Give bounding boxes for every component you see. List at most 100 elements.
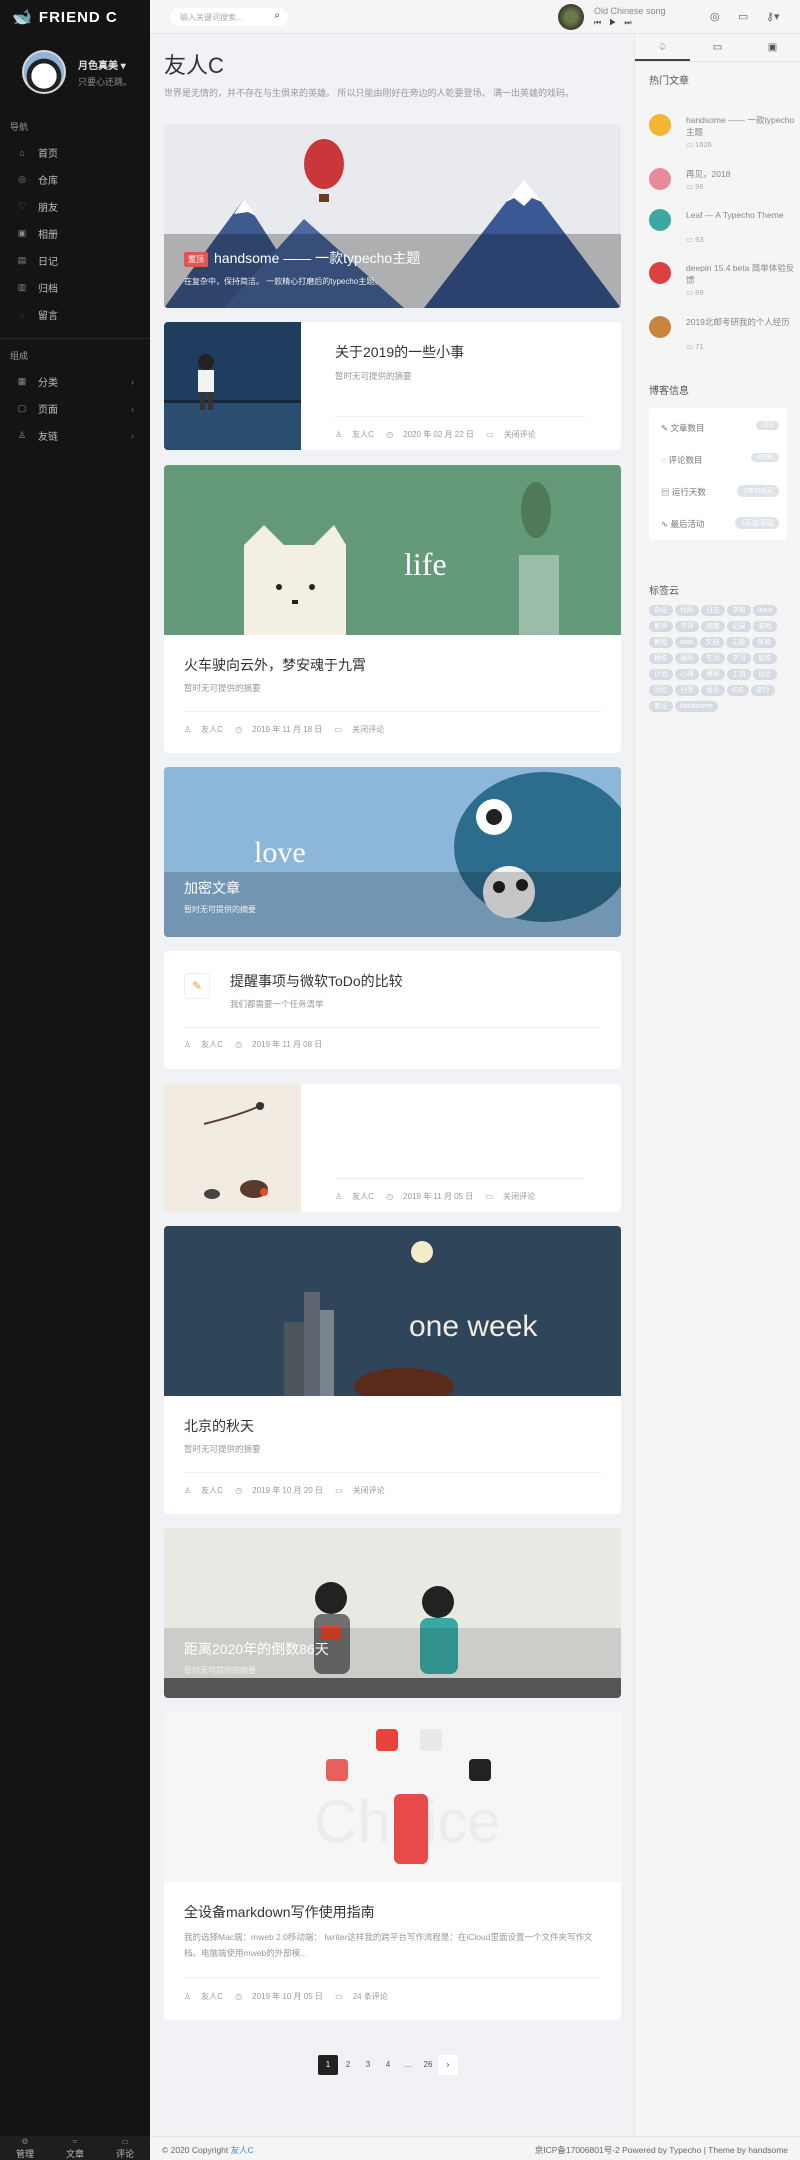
tag-chip[interactable]: 杂记 bbox=[649, 605, 673, 616]
post-card[interactable]: ♙ 友人C ◷ 2019 年 11 月 05 日 ▭ 关闭评论 bbox=[164, 1084, 621, 1212]
tag-chip[interactable]: 博客 bbox=[701, 669, 725, 680]
tag-chip[interactable]: 代码 bbox=[675, 605, 699, 616]
page-button[interactable]: 1 bbox=[318, 2055, 338, 2075]
post-author[interactable]: 友人C bbox=[201, 1040, 223, 1049]
post-card[interactable]: 关于2019的一些小事 暂时无可提供的摘要 ♙ 友人C ◷ 2020 年 02 月 … bbox=[164, 322, 621, 450]
tag-chip[interactable]: 分享 bbox=[675, 685, 699, 696]
play-icon[interactable]: ▶ bbox=[609, 18, 624, 27]
post-title[interactable]: 关于2019的一些小事 bbox=[335, 342, 464, 362]
search-icon[interactable]: ⌕ bbox=[274, 10, 280, 21]
sidebar-item-home[interactable]: ⌂ 首页 bbox=[0, 139, 150, 166]
tag-chip[interactable]: 笔记 bbox=[649, 701, 673, 712]
post-title[interactable]: 全设备markdown写作使用指南 bbox=[184, 1902, 375, 1922]
tag-chip[interactable]: 设计 bbox=[753, 669, 777, 680]
hot-post-title[interactable]: Leaf — A Typecho Theme bbox=[686, 209, 796, 221]
tag-chip[interactable]: 体验 bbox=[752, 637, 777, 648]
hot-post-title[interactable]: 2019北邮考研我的个人经历 bbox=[686, 316, 796, 328]
post-author[interactable]: 友人C bbox=[201, 725, 223, 734]
site-link[interactable]: 友人C bbox=[231, 2145, 254, 2155]
tag-chip[interactable]: 教程 bbox=[649, 637, 673, 648]
post-author[interactable]: 友人C bbox=[352, 430, 374, 439]
sidebar-item-friends[interactable]: ♡ 朋友 bbox=[0, 193, 150, 220]
tag-chip[interactable]: handsome bbox=[675, 701, 718, 712]
tag-chip[interactable]: 心得 bbox=[675, 669, 699, 680]
tag-chip[interactable]: 生活 bbox=[701, 653, 725, 664]
post-title[interactable]: 提醒事项与微软ToDo的比较 bbox=[230, 971, 403, 991]
search-input[interactable]: 输入关键词搜索... ⌕ bbox=[170, 8, 288, 26]
tag-chip[interactable]: 软件 bbox=[753, 653, 777, 664]
tag-chip[interactable]: 计划 bbox=[649, 669, 673, 680]
hot-post-item[interactable]: 再见，2018 ▭ 96 bbox=[649, 168, 794, 206]
sidebar-item-repo[interactable]: ◎ 仓库 bbox=[0, 166, 150, 193]
articles-button[interactable]: ≈ 文章 bbox=[50, 2136, 100, 2160]
key-icon[interactable]: ⚷▾ bbox=[766, 10, 780, 23]
avatar[interactable] bbox=[22, 50, 66, 94]
tag-chip[interactable]: 学校 bbox=[727, 605, 751, 616]
page-button[interactable]: 2 bbox=[338, 2055, 358, 2075]
tag-chip[interactable]: 主题 bbox=[726, 637, 751, 648]
sidebar-item-album[interactable]: ▣ 相册 bbox=[0, 220, 150, 247]
page-button[interactable]: 26 bbox=[418, 2055, 438, 2075]
tag-chip[interactable]: iOS bbox=[727, 685, 749, 696]
sidebar-item-diary[interactable]: ▤ 日记 bbox=[0, 247, 150, 274]
tag-chip[interactable]: mac bbox=[675, 637, 699, 648]
tag-chip[interactable]: 工具 bbox=[727, 669, 751, 680]
post-author[interactable]: 友人C bbox=[201, 1992, 223, 2001]
page-button[interactable]: 4 bbox=[378, 2055, 398, 2075]
post-comments[interactable]: 24 条评论 bbox=[353, 1992, 388, 2001]
tag-chip[interactable]: 源码 bbox=[675, 653, 699, 664]
next-icon[interactable]: ⏭ bbox=[624, 18, 639, 27]
tag-chip[interactable]: 文档 bbox=[700, 637, 725, 648]
post-card[interactable]: one week 北京的秋天 暂时无可提供的摘要 ♙ 友人C ◷ 2019 年 10… bbox=[164, 1226, 621, 1514]
sidebar-item-archive[interactable]: ▥ 归档 bbox=[0, 274, 150, 301]
next-page-button[interactable]: › bbox=[438, 2055, 458, 2075]
post-author[interactable]: 友人C bbox=[201, 1486, 223, 1495]
tag-chip[interactable]: 音乐 bbox=[701, 685, 725, 696]
hot-post-title[interactable]: 再见，2018 bbox=[686, 168, 796, 180]
album-cover[interactable] bbox=[558, 4, 584, 30]
chat-icon[interactable]: ▭ bbox=[738, 10, 748, 23]
tag-chip[interactable]: 旅行 bbox=[750, 685, 775, 696]
sidebar-item-links[interactable]: ♙ 友链 › bbox=[0, 422, 150, 449]
hot-post-item[interactable]: handsome —— 一款typecho主题 ▭ 1626 bbox=[649, 114, 794, 152]
manage-button[interactable]: ⚙ 管理 bbox=[0, 2136, 50, 2160]
tag-chip[interactable]: 回忆 bbox=[649, 685, 673, 696]
tag-chip[interactable]: 记录 bbox=[727, 621, 751, 632]
tag-chip[interactable]: 日志 bbox=[701, 605, 725, 616]
user-name[interactable]: 月色真美 ▾ bbox=[78, 57, 132, 72]
sidebar-item-categories[interactable]: ▦ 分类 › bbox=[0, 368, 150, 395]
brand-logo[interactable]: 🐋 FRIEND C bbox=[0, 0, 150, 34]
hot-post-item[interactable]: Leaf — A Typecho Theme ▭ 93 bbox=[649, 209, 794, 247]
tab-hot[interactable]: ♤ bbox=[635, 34, 690, 61]
tag-chip[interactable]: 游戏 bbox=[753, 621, 777, 632]
post-card[interactable]: 距离2020年的倒数86天 暂时无可提供的摘要 bbox=[164, 1528, 621, 1698]
tab-comments[interactable]: ▭ bbox=[690, 34, 745, 61]
post-title[interactable]: 加密文章 bbox=[184, 878, 240, 898]
user-panel[interactable]: 月色真美 ▾ 只要心还跳。 bbox=[0, 34, 150, 110]
hot-post-item[interactable]: 2019北邮考研我的个人经历 ▭ 71 bbox=[649, 316, 794, 354]
tag-chip[interactable]: 插件 bbox=[649, 653, 673, 664]
tag-chip[interactable]: linux bbox=[753, 605, 778, 616]
post-author[interactable]: 友人C bbox=[352, 1192, 374, 1201]
sidebar-item-pages[interactable]: ▢ 页面 › bbox=[0, 395, 150, 422]
hot-post-title[interactable]: handsome —— 一款typecho主题 bbox=[686, 114, 796, 138]
post-title[interactable]: 距离2020年的倒数86天 bbox=[184, 1639, 329, 1659]
post-card[interactable]: life 火车驶向云外，梦安魂于九霄 暂时无可提供的摘要 ♙ 友人C ◷ 2019 … bbox=[164, 465, 621, 753]
tag-chip[interactable]: 影评 bbox=[649, 621, 673, 632]
post-card[interactable]: Choice 全设备markdown写作使用指南 我的选择Mac端：mweb 2… bbox=[164, 1712, 621, 2020]
footer-info[interactable]: 京ICP备17006801号-2 Powered by Typecho | Th… bbox=[535, 2144, 788, 2156]
post-card-encrypted[interactable]: love 加密文章 暂时无可提供的摘要 bbox=[164, 767, 621, 937]
page-button[interactable]: 3 bbox=[358, 2055, 378, 2075]
tag-chip[interactable]: 学习 bbox=[727, 653, 751, 664]
comments-button[interactable]: ▭ 评论 bbox=[100, 2136, 150, 2160]
hot-post-item[interactable]: deepin 15.4 beta 简单体验反馈 ▭ 89 bbox=[649, 262, 794, 300]
hot-post-title[interactable]: deepin 15.4 beta 简单体验反馈 bbox=[686, 262, 796, 286]
sidebar-item-guestbook[interactable]: ◌ 留言 bbox=[0, 301, 150, 328]
target-icon[interactable]: ◎ bbox=[710, 10, 720, 23]
post-title[interactable]: 火车驶向云外，梦安魂于九霄 bbox=[184, 655, 366, 675]
tag-chip[interactable]: 书评 bbox=[675, 621, 699, 632]
tab-gift[interactable]: ▣ bbox=[745, 34, 800, 61]
previous-icon[interactable]: ⏮ bbox=[594, 18, 609, 27]
post-title[interactable]: 北京的秋天 bbox=[184, 1416, 254, 1436]
post-card-featured[interactable]: 置顶 handsome —— 一款typecho主题 在复杂中，保持简洁。 一款精… bbox=[164, 124, 621, 308]
